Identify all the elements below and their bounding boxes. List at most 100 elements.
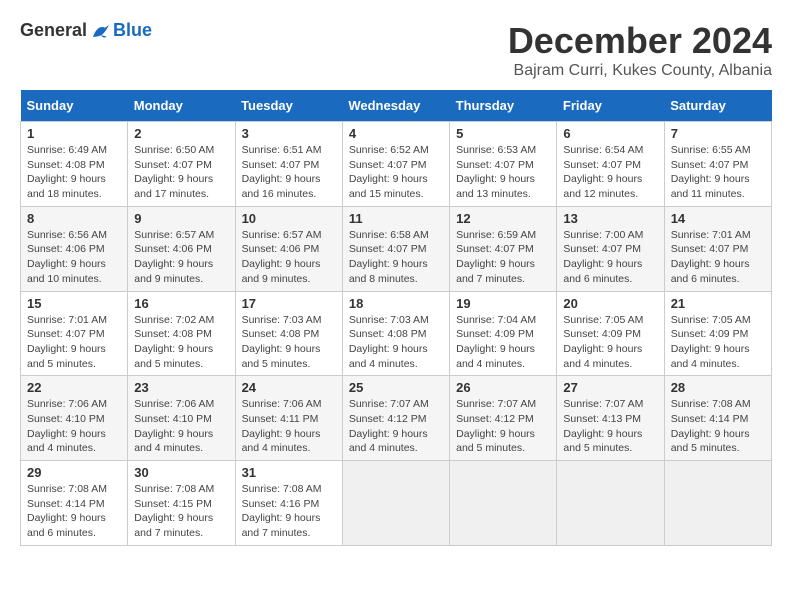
day-info: Sunrise: 7:03 AM Sunset: 4:08 PM Dayligh… [242,313,336,372]
table-row: 25 Sunrise: 7:07 AM Sunset: 4:12 PM Dayl… [342,376,449,461]
table-row: 16 Sunrise: 7:02 AM Sunset: 4:08 PM Dayl… [128,291,235,376]
day-number: 24 [242,380,336,395]
day-info: Sunrise: 6:59 AM Sunset: 4:07 PM Dayligh… [456,228,550,287]
day-info: Sunrise: 6:52 AM Sunset: 4:07 PM Dayligh… [349,143,443,202]
table-row: 28 Sunrise: 7:08 AM Sunset: 4:14 PM Dayl… [664,376,771,461]
day-number: 9 [134,211,228,226]
day-number: 1 [27,126,121,141]
day-number: 26 [456,380,550,395]
table-row: 13 Sunrise: 7:00 AM Sunset: 4:07 PM Dayl… [557,206,664,291]
col-thursday: Thursday [450,90,557,122]
table-row: 27 Sunrise: 7:07 AM Sunset: 4:13 PM Dayl… [557,376,664,461]
day-number: 14 [671,211,765,226]
day-info: Sunrise: 7:05 AM Sunset: 4:09 PM Dayligh… [563,313,657,372]
col-monday: Monday [128,90,235,122]
day-info: Sunrise: 7:06 AM Sunset: 4:10 PM Dayligh… [134,397,228,456]
day-number: 7 [671,126,765,141]
day-number: 28 [671,380,765,395]
month-title: December 2024 [508,20,772,62]
day-info: Sunrise: 7:08 AM Sunset: 4:15 PM Dayligh… [134,482,228,541]
table-row: 3 Sunrise: 6:51 AM Sunset: 4:07 PM Dayli… [235,122,342,207]
day-info: Sunrise: 6:57 AM Sunset: 4:06 PM Dayligh… [242,228,336,287]
table-row: 17 Sunrise: 7:03 AM Sunset: 4:08 PM Dayl… [235,291,342,376]
day-info: Sunrise: 6:55 AM Sunset: 4:07 PM Dayligh… [671,143,765,202]
col-wednesday: Wednesday [342,90,449,122]
table-row: 11 Sunrise: 6:58 AM Sunset: 4:07 PM Dayl… [342,206,449,291]
day-info: Sunrise: 6:49 AM Sunset: 4:08 PM Dayligh… [27,143,121,202]
day-info: Sunrise: 7:06 AM Sunset: 4:11 PM Dayligh… [242,397,336,456]
day-info: Sunrise: 7:04 AM Sunset: 4:09 PM Dayligh… [456,313,550,372]
day-info: Sunrise: 6:58 AM Sunset: 4:07 PM Dayligh… [349,228,443,287]
day-info: Sunrise: 7:02 AM Sunset: 4:08 PM Dayligh… [134,313,228,372]
day-info: Sunrise: 7:03 AM Sunset: 4:08 PM Dayligh… [349,313,443,372]
logo: General Blue [20,20,152,41]
logo-blue-text: Blue [113,20,152,41]
table-row [664,461,771,546]
day-number: 15 [27,296,121,311]
day-info: Sunrise: 7:08 AM Sunset: 4:14 PM Dayligh… [671,397,765,456]
day-info: Sunrise: 7:01 AM Sunset: 4:07 PM Dayligh… [671,228,765,287]
day-info: Sunrise: 7:07 AM Sunset: 4:12 PM Dayligh… [456,397,550,456]
table-row: 10 Sunrise: 6:57 AM Sunset: 4:06 PM Dayl… [235,206,342,291]
table-row [557,461,664,546]
table-row: 26 Sunrise: 7:07 AM Sunset: 4:12 PM Dayl… [450,376,557,461]
table-row: 19 Sunrise: 7:04 AM Sunset: 4:09 PM Dayl… [450,291,557,376]
day-number: 4 [349,126,443,141]
table-row: 7 Sunrise: 6:55 AM Sunset: 4:07 PM Dayli… [664,122,771,207]
table-row: 24 Sunrise: 7:06 AM Sunset: 4:11 PM Dayl… [235,376,342,461]
day-info: Sunrise: 6:53 AM Sunset: 4:07 PM Dayligh… [456,143,550,202]
calendar-week-row: 29 Sunrise: 7:08 AM Sunset: 4:14 PM Dayl… [21,461,772,546]
col-saturday: Saturday [664,90,771,122]
day-info: Sunrise: 7:07 AM Sunset: 4:13 PM Dayligh… [563,397,657,456]
day-info: Sunrise: 7:08 AM Sunset: 4:14 PM Dayligh… [27,482,121,541]
day-info: Sunrise: 6:51 AM Sunset: 4:07 PM Dayligh… [242,143,336,202]
day-number: 5 [456,126,550,141]
day-number: 17 [242,296,336,311]
col-friday: Friday [557,90,664,122]
calendar-week-row: 8 Sunrise: 6:56 AM Sunset: 4:06 PM Dayli… [21,206,772,291]
table-row [450,461,557,546]
day-info: Sunrise: 6:56 AM Sunset: 4:06 PM Dayligh… [27,228,121,287]
day-number: 3 [242,126,336,141]
day-number: 10 [242,211,336,226]
day-number: 20 [563,296,657,311]
day-info: Sunrise: 7:01 AM Sunset: 4:07 PM Dayligh… [27,313,121,372]
day-info: Sunrise: 6:54 AM Sunset: 4:07 PM Dayligh… [563,143,657,202]
table-row: 6 Sunrise: 6:54 AM Sunset: 4:07 PM Dayli… [557,122,664,207]
table-row: 18 Sunrise: 7:03 AM Sunset: 4:08 PM Dayl… [342,291,449,376]
calendar-table: Sunday Monday Tuesday Wednesday Thursday… [20,90,772,546]
calendar-week-row: 22 Sunrise: 7:06 AM Sunset: 4:10 PM Dayl… [21,376,772,461]
day-number: 25 [349,380,443,395]
day-info: Sunrise: 7:05 AM Sunset: 4:09 PM Dayligh… [671,313,765,372]
day-info: Sunrise: 7:08 AM Sunset: 4:16 PM Dayligh… [242,482,336,541]
table-row: 20 Sunrise: 7:05 AM Sunset: 4:09 PM Dayl… [557,291,664,376]
col-tuesday: Tuesday [235,90,342,122]
day-number: 31 [242,465,336,480]
day-number: 18 [349,296,443,311]
day-number: 16 [134,296,228,311]
day-number: 22 [27,380,121,395]
col-sunday: Sunday [21,90,128,122]
day-number: 13 [563,211,657,226]
table-row: 29 Sunrise: 7:08 AM Sunset: 4:14 PM Dayl… [21,461,128,546]
calendar-header-row: Sunday Monday Tuesday Wednesday Thursday… [21,90,772,122]
day-number: 19 [456,296,550,311]
day-info: Sunrise: 7:00 AM Sunset: 4:07 PM Dayligh… [563,228,657,287]
page-container: General Blue December 2024 Bajram Curri,… [20,20,772,546]
day-number: 27 [563,380,657,395]
day-number: 8 [27,211,121,226]
day-info: Sunrise: 7:07 AM Sunset: 4:12 PM Dayligh… [349,397,443,456]
day-number: 6 [563,126,657,141]
day-info: Sunrise: 6:50 AM Sunset: 4:07 PM Dayligh… [134,143,228,202]
table-row: 8 Sunrise: 6:56 AM Sunset: 4:06 PM Dayli… [21,206,128,291]
day-number: 11 [349,211,443,226]
day-info: Sunrise: 7:06 AM Sunset: 4:10 PM Dayligh… [27,397,121,456]
logo-general-text: General [20,20,87,41]
table-row: 23 Sunrise: 7:06 AM Sunset: 4:10 PM Dayl… [128,376,235,461]
table-row: 21 Sunrise: 7:05 AM Sunset: 4:09 PM Dayl… [664,291,771,376]
table-row: 14 Sunrise: 7:01 AM Sunset: 4:07 PM Dayl… [664,206,771,291]
day-number: 29 [27,465,121,480]
logo-bird-icon [89,21,113,41]
day-number: 21 [671,296,765,311]
table-row: 4 Sunrise: 6:52 AM Sunset: 4:07 PM Dayli… [342,122,449,207]
